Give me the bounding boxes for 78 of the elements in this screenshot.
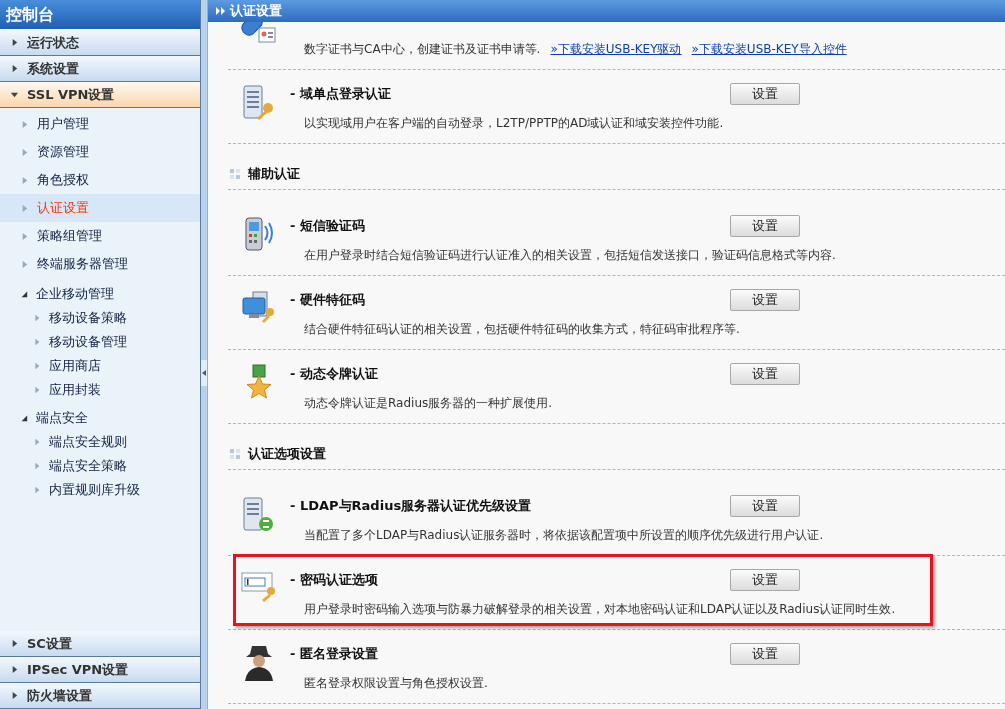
- item-description: 匿名登录权限设置与角色授权设置.: [304, 675, 488, 692]
- grid-icon: [230, 448, 240, 459]
- item-title: - 硬件特征码: [290, 291, 366, 310]
- password-key-icon: [240, 570, 278, 602]
- sidebar-item[interactable]: 端点安全策略: [0, 454, 200, 478]
- sidebar-item[interactable]: 策略组管理: [0, 222, 200, 250]
- item-description: 以实现域用户在客户端的自动登录，L2TP/PPTP的AD域认证和域安装控件功能.: [304, 115, 724, 132]
- expand-arrow-icon: [33, 486, 41, 494]
- sidebar-item[interactable]: 角色授权: [0, 166, 200, 194]
- expand-arrow-icon: [33, 438, 41, 446]
- item-description: 当配置了多个LDAP与Radius认证服务器时，将依据该配置项中所设置的顺序优先级进行用户认证.: [304, 527, 824, 544]
- item-title: - LDAP与Radius服务器认证优先级设置: [290, 497, 533, 516]
- sidebar-section[interactable]: IPSec VPN设置: [0, 657, 200, 683]
- expand-arrow-icon: [33, 362, 41, 370]
- collapse-arrow-icon: [20, 414, 28, 422]
- section-heading: 认证选项设置: [248, 444, 326, 463]
- settings-button[interactable]: 设置: [730, 643, 800, 665]
- settings-button[interactable]: 设置: [730, 83, 800, 105]
- sidebar-item[interactable]: 端点安全: [0, 406, 200, 430]
- person-icon: [242, 644, 276, 682]
- settings-button[interactable]: 设置: [730, 215, 800, 237]
- settings-button[interactable]: 设置: [730, 289, 800, 311]
- expand-arrow-icon: [20, 119, 29, 129]
- expand-arrow-icon: [10, 64, 19, 73]
- item-description: 用户登录时密码输入选项与防暴力破解登录的相关设置，对本地密码认证和LDAP认证以及Radius认证同时生效.: [304, 601, 896, 618]
- computer-key-icon: [241, 290, 277, 324]
- mobile-phone-icon: [242, 216, 276, 252]
- item-description: 动态令牌认证是Radius服务器的一种扩展使用.: [304, 395, 553, 412]
- item-title: - 密码认证选项: [290, 571, 379, 590]
- sidebar-item[interactable]: 移动设备策略: [0, 306, 200, 330]
- expand-arrow-icon: [33, 314, 41, 322]
- expand-arrow-icon: [20, 231, 29, 241]
- sidebar-item[interactable]: 资源管理: [0, 138, 200, 166]
- section-heading: 辅助认证: [248, 164, 300, 183]
- sidebar-section[interactable]: 运行状态: [0, 30, 200, 56]
- sidebar-item[interactable]: 内置规则库升级: [0, 478, 200, 502]
- sidebar-section[interactable]: 防火墙设置: [0, 683, 200, 709]
- collapse-arrow-icon: [20, 290, 28, 298]
- sidebar-section[interactable]: 系统设置: [0, 56, 200, 82]
- sidebar-item[interactable]: 应用封装: [0, 378, 200, 402]
- expand-arrow-icon: [33, 462, 41, 470]
- item-title: - 匿名登录设置: [290, 645, 379, 664]
- item-title: - 域单点登录认证: [290, 85, 392, 104]
- collapse-arrow-icon: [10, 90, 19, 99]
- sidebar-section[interactable]: SSL VPN设置: [0, 82, 200, 108]
- sidebar-item[interactable]: 移动设备管理: [0, 330, 200, 354]
- expand-arrow-icon: [20, 175, 29, 185]
- expand-arrow-icon: [10, 665, 19, 674]
- expand-arrow-icon: [20, 147, 29, 157]
- grid-icon: [230, 168, 240, 179]
- expand-arrow-icon: [10, 691, 19, 700]
- item-title: - 动态令牌认证: [290, 365, 379, 384]
- sidebar-item[interactable]: 应用商店: [0, 354, 200, 378]
- expand-arrow-icon: [10, 38, 19, 47]
- sidebar-item[interactable]: 企业移动管理: [0, 282, 200, 306]
- expand-arrow-icon: [20, 203, 29, 213]
- double-chevron-icon: [216, 7, 226, 15]
- item-description: 在用户登录时结合短信验证码进行认证准入的相关设置，包括短信发送接口，验证码信息格式等内容.: [304, 247, 836, 264]
- expand-arrow-icon: [33, 386, 41, 394]
- expand-arrow-icon: [20, 259, 29, 269]
- download-link[interactable]: »下载安装USB-KEY驱动: [550, 40, 682, 58]
- sidebar-item[interactable]: 用户管理: [0, 110, 200, 138]
- item-description: 数字证书与CA中心，创建证书及证书申请等.: [304, 41, 541, 58]
- star-medal-icon: [244, 364, 274, 400]
- sidebar-title: 控制台: [6, 3, 54, 26]
- settings-button[interactable]: 设置: [730, 569, 800, 591]
- sidebar-item[interactable]: 终端服务器管理: [0, 250, 200, 278]
- collapse-handle[interactable]: [201, 360, 207, 386]
- sidebar-item[interactable]: 端点安全规则: [0, 430, 200, 454]
- expand-arrow-icon: [10, 639, 19, 648]
- download-link[interactable]: »下载安装USB-KEY导入控件: [691, 40, 847, 58]
- expand-arrow-icon: [33, 338, 41, 346]
- sidebar-section[interactable]: SC设置: [0, 631, 200, 657]
- settings-button[interactable]: 设置: [730, 495, 800, 517]
- page-title: 认证设置: [230, 2, 282, 21]
- settings-button[interactable]: 设置: [730, 363, 800, 385]
- item-title: - 短信验证码: [290, 217, 366, 236]
- item-description: 结合硬件特征码认证的相关设置，包括硬件特征码的收集方式，特征码审批程序等.: [304, 321, 740, 338]
